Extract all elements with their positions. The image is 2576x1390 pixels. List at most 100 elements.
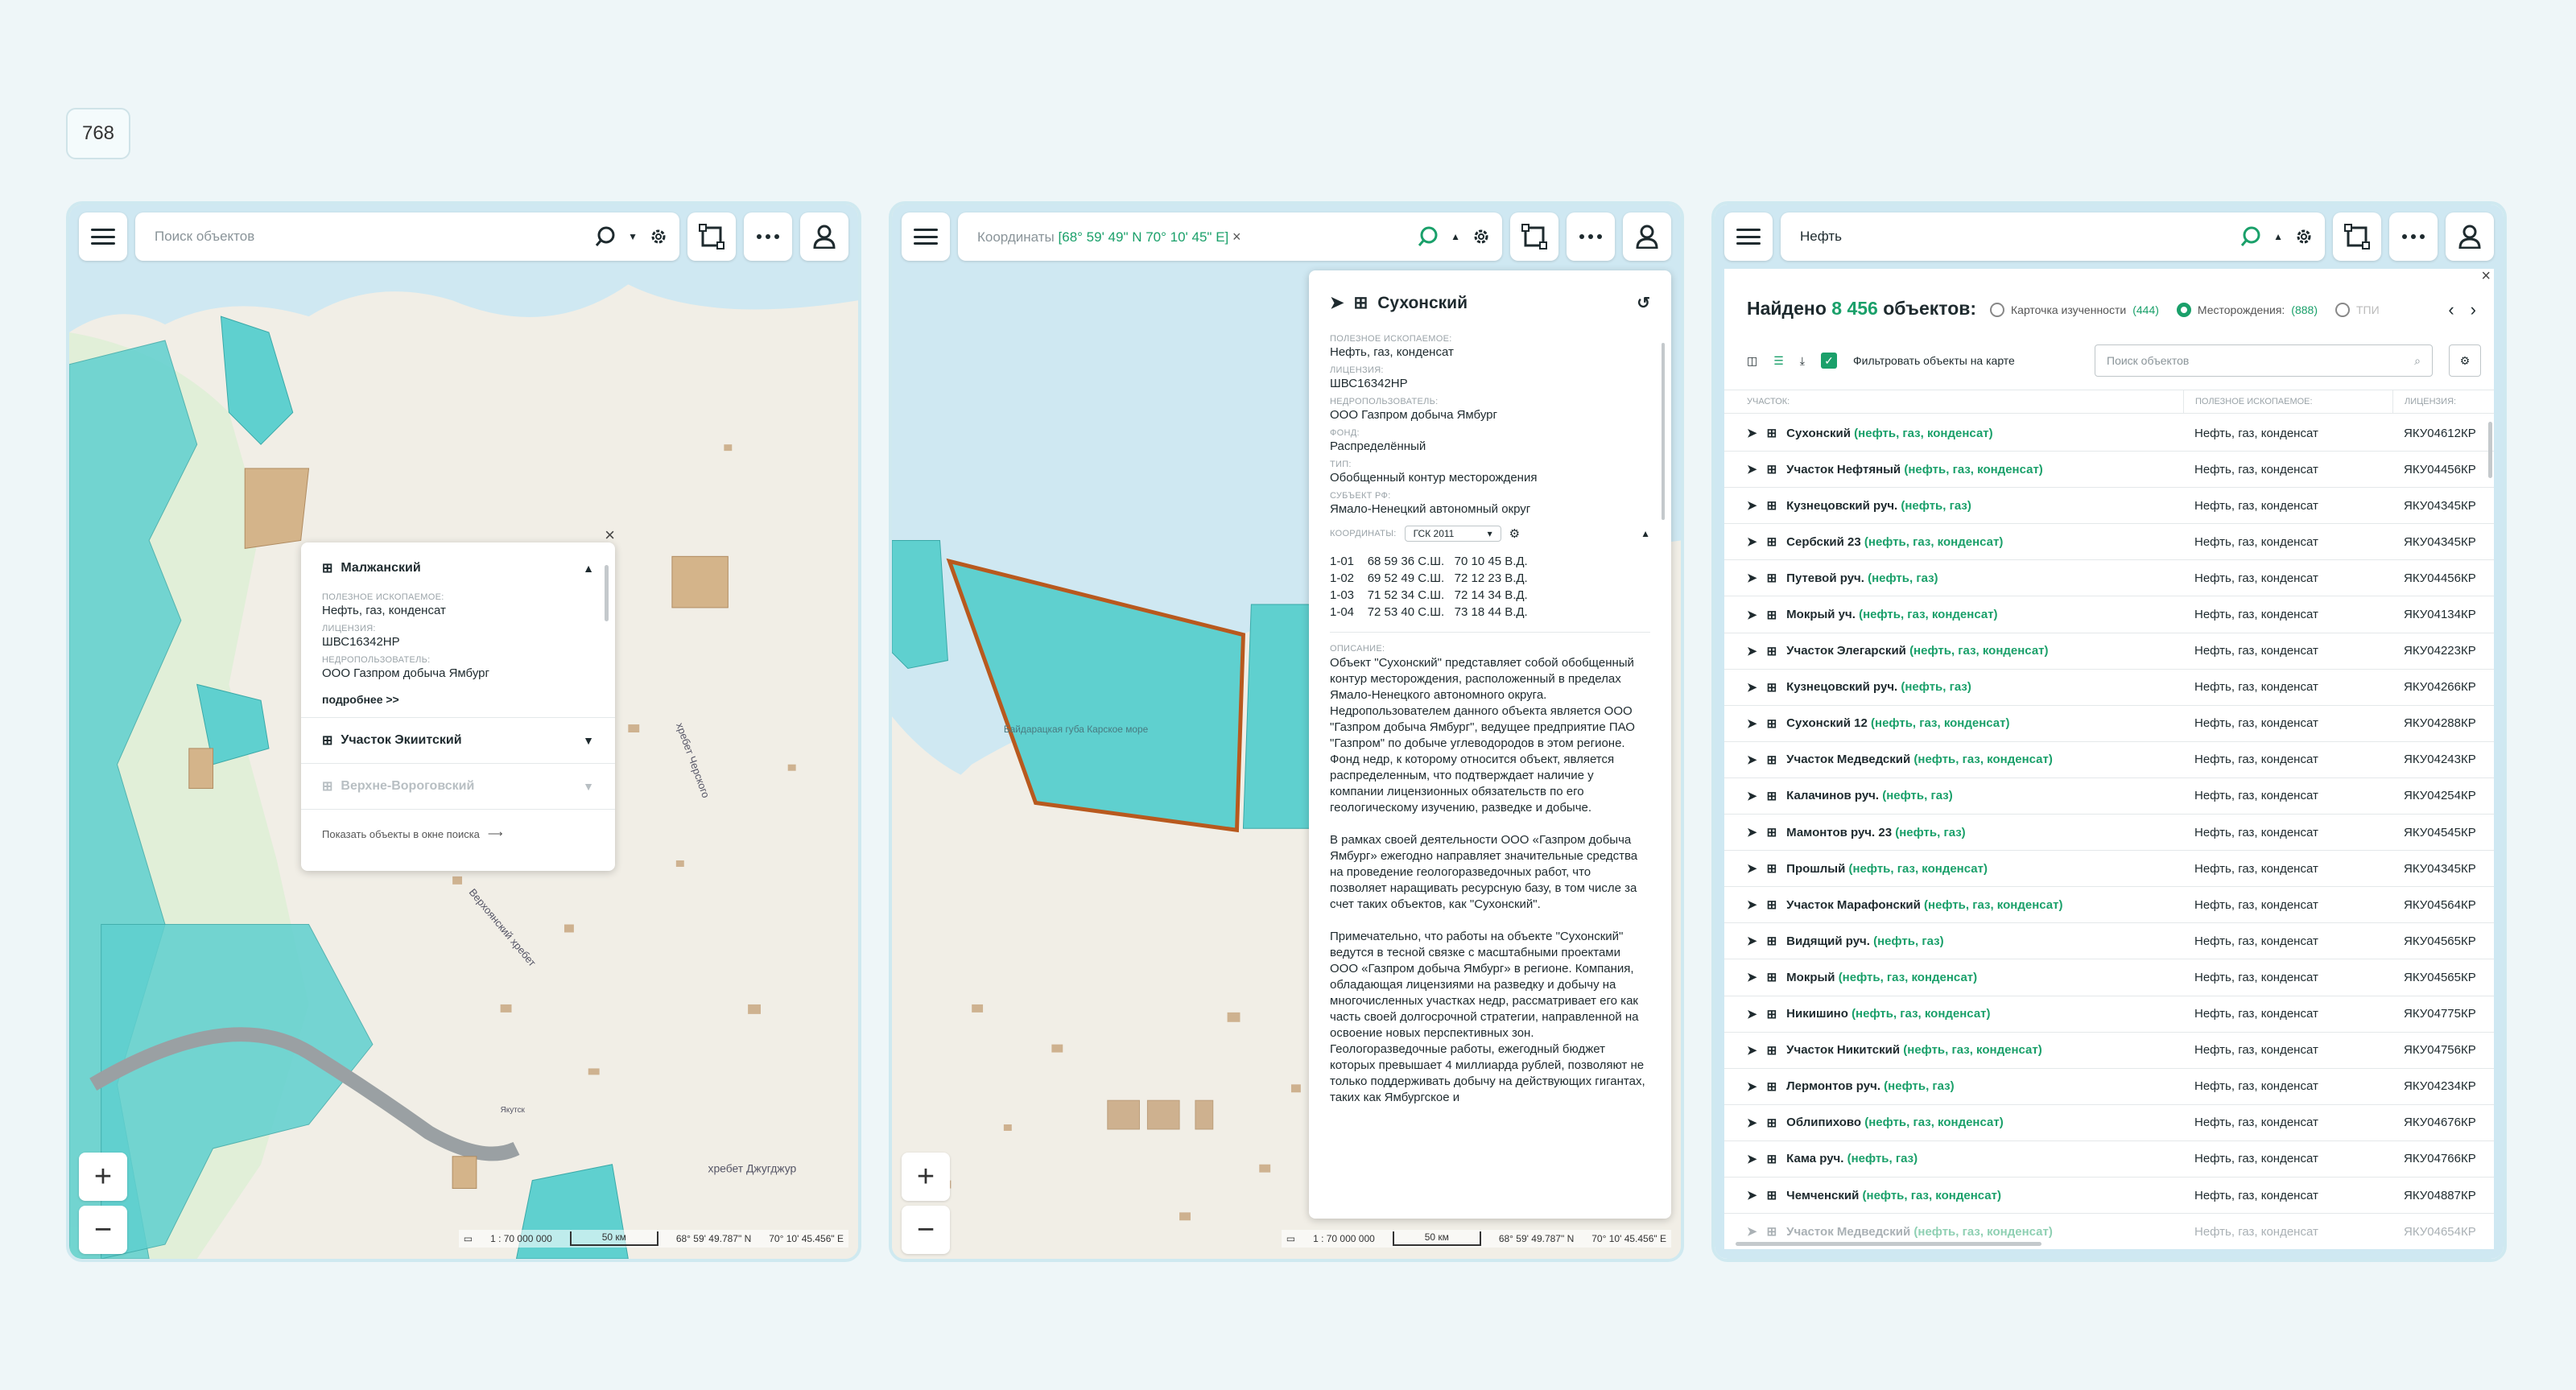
- zoom-in-button[interactable]: +: [79, 1153, 127, 1201]
- locate-arrow-icon[interactable]: ➤: [1747, 534, 1757, 549]
- list-view-icon[interactable]: ☰: [1773, 354, 1784, 368]
- vertical-scrollbar[interactable]: [2488, 422, 2492, 478]
- locate-arrow-icon[interactable]: ➤: [1747, 498, 1757, 513]
- chevron-up-icon[interactable]: ▲: [1451, 231, 1460, 242]
- select-area-button[interactable]: [1510, 212, 1558, 261]
- locate-arrow-icon[interactable]: ➤: [1330, 293, 1344, 313]
- locate-arrow-icon[interactable]: ➤: [1747, 462, 1757, 476]
- table-row[interactable]: ➤ ⊞ Кузнецовский руч. (нефть, газ) Нефть, г…: [1724, 670, 2494, 706]
- gear-icon[interactable]: [2294, 227, 2314, 246]
- locate-arrow-icon[interactable]: ➤: [1747, 753, 1757, 767]
- zoom-out-button[interactable]: −: [79, 1206, 127, 1254]
- profile-button[interactable]: [1623, 212, 1671, 261]
- locate-arrow-icon[interactable]: ➤: [1747, 1079, 1757, 1094]
- menu-button[interactable]: [902, 212, 950, 261]
- more-button[interactable]: [2389, 212, 2438, 261]
- table-row[interactable]: ➤ ⊞ Чемченский (нефть, газ, конденсат) Нефт…: [1724, 1178, 2494, 1215]
- column-header[interactable]: Лицензия:: [2392, 390, 2494, 413]
- table-row[interactable]: ➤ ⊞ Мокрый уч. (нефть, газ, конденсат) Нефт…: [1724, 596, 2494, 633]
- chevron-left-icon[interactable]: ‹: [2448, 299, 2454, 320]
- results-search-input[interactable]: Поиск объектов ⌕: [2095, 344, 2433, 377]
- chevron-right-icon[interactable]: ›: [2471, 299, 2476, 320]
- table-row[interactable]: ➤ ⊞ Участок Марафонский (нефть, газ, конде…: [1724, 887, 2494, 924]
- zoom-in-button[interactable]: +: [902, 1153, 950, 1201]
- locate-arrow-icon[interactable]: ➤: [1747, 1152, 1757, 1166]
- locate-arrow-icon[interactable]: ➤: [1747, 680, 1757, 695]
- select-area-button[interactable]: [687, 212, 736, 261]
- chevron-up-icon[interactable]: ▲: [1641, 528, 1650, 539]
- table-row[interactable]: ➤ ⊞ Лермонтов руч. (нефть, газ) Нефть, газ,…: [1724, 1069, 2494, 1105]
- table-row[interactable]: ➤ ⊞ Участок Элегарский (нефть, газ, конден…: [1724, 633, 2494, 670]
- radio-tpi[interactable]: ТПИ: [2334, 303, 2380, 317]
- profile-button[interactable]: [2446, 212, 2494, 261]
- table-row[interactable]: ➤ ⊞ Мамонтов руч. 23 (нефть, газ) Нефть, га…: [1724, 815, 2494, 852]
- locate-arrow-icon[interactable]: ➤: [1747, 1188, 1757, 1202]
- chevron-down-icon[interactable]: ▼: [628, 231, 638, 242]
- search-icon[interactable]: ⌕: [2414, 354, 2421, 368]
- table-row[interactable]: ➤ ⊞ Никишино (нефть, газ, конденсат) Нефть,…: [1724, 996, 2494, 1033]
- chevron-down-icon[interactable]: ▼: [583, 734, 594, 747]
- more-button[interactable]: [744, 212, 792, 261]
- search-icon[interactable]: [2240, 225, 2262, 248]
- locate-arrow-icon[interactable]: ➤: [1747, 644, 1757, 658]
- table-row[interactable]: ➤ ⊞ Участок Медведский (нефть, газ, конден…: [1724, 742, 2494, 778]
- chevron-up-icon[interactable]: ▲: [2273, 231, 2283, 242]
- table-row[interactable]: ➤ ⊞ Путевой руч. (нефть, газ) Нефть, газ, к…: [1724, 560, 2494, 597]
- search-icon[interactable]: [594, 225, 617, 248]
- chevron-down-icon[interactable]: ▼: [583, 780, 594, 793]
- table-row[interactable]: ➤ ⊞ Участок Никитский (нефть, газ, конденс…: [1724, 1033, 2494, 1069]
- more-link[interactable]: подробнее >>: [322, 693, 594, 706]
- locate-arrow-icon[interactable]: ➤: [1747, 571, 1757, 585]
- locate-arrow-icon[interactable]: ➤: [1747, 716, 1757, 731]
- locate-arrow-icon[interactable]: ➤: [1747, 1007, 1757, 1021]
- download-icon[interactable]: ⤓: [1800, 354, 1805, 368]
- close-icon[interactable]: ×: [2481, 267, 2491, 286]
- close-icon[interactable]: ×: [605, 525, 615, 546]
- show-in-search-link[interactable]: Показать объекты в окне поиска ⟶: [322, 827, 594, 840]
- table-row[interactable]: ➤ ⊞ Сухонский 12 (нефть, газ, конденсат) Не…: [1724, 706, 2494, 742]
- radio-deposits[interactable]: Месторождения: (888): [2176, 303, 2318, 317]
- table-row[interactable]: ➤ ⊞ Кузнецовский руч. (нефть, газ) Нефть, г…: [1724, 488, 2494, 525]
- search-input[interactable]: Координаты [68° 59' 49" N 70° 10' 45" E]…: [977, 229, 1406, 245]
- table-row[interactable]: ➤ ⊞ Кама руч. (нефть, газ) Нефть, газ, конд…: [1724, 1141, 2494, 1178]
- popup-list-item[interactable]: ⊞ Верхне-Вороговский ▼: [322, 775, 594, 798]
- locate-arrow-icon[interactable]: ➤: [1747, 1043, 1757, 1058]
- filter-checkbox[interactable]: ✓: [1821, 353, 1837, 369]
- table-row[interactable]: ➤ ⊞ Калачинов руч. (нефть, газ) Нефть, газ,…: [1724, 778, 2494, 815]
- search-input[interactable]: Поиск объектов: [155, 229, 583, 245]
- zoom-out-button[interactable]: −: [902, 1206, 950, 1254]
- popup-title[interactable]: ⊞ Малжанский ▲: [322, 560, 594, 576]
- card-scrollbar[interactable]: [1662, 343, 1665, 520]
- horizontal-scrollbar[interactable]: [1736, 1242, 2041, 1246]
- ruler-icon[interactable]: ▭: [1286, 1233, 1295, 1244]
- radio-study-card[interactable]: Карточка изученности (444): [1990, 303, 2159, 317]
- ruler-icon[interactable]: ▭: [464, 1233, 473, 1244]
- locate-arrow-icon[interactable]: ➤: [1747, 789, 1757, 803]
- coords-system-select[interactable]: ГСК 2011 ▾: [1404, 526, 1501, 542]
- table-row[interactable]: ➤ ⊞ Сербский 23 (нефть, газ, конденсат) Неф…: [1724, 524, 2494, 561]
- locate-arrow-icon[interactable]: ➤: [1747, 1224, 1757, 1239]
- locate-arrow-icon[interactable]: ➤: [1747, 934, 1757, 948]
- gear-icon[interactable]: [1472, 227, 1491, 246]
- search-bar[interactable]: Координаты [68° 59' 49" N 70° 10' 45" E]…: [958, 212, 1502, 261]
- table-row[interactable]: ➤ ⊞ Участок Нефтяный (нефть, газ, конденса…: [1724, 452, 2494, 489]
- table-row[interactable]: ➤ ⊞ Видящий руч. (нефть, газ) Нефть, газ, к…: [1724, 923, 2494, 960]
- locate-arrow-icon[interactable]: ➤: [1747, 608, 1757, 622]
- profile-button[interactable]: [800, 212, 848, 261]
- locate-arrow-icon[interactable]: ➤: [1747, 970, 1757, 984]
- locate-arrow-icon[interactable]: ➤: [1747, 897, 1757, 912]
- clear-icon[interactable]: ×: [1232, 229, 1241, 245]
- popup-scrollbar[interactable]: [605, 565, 609, 621]
- table-row[interactable]: ➤ ⊞ Сухонский (нефть, газ, конденсат) Нефть…: [1724, 415, 2494, 452]
- search-bar[interactable]: Поиск объектов ▼: [135, 212, 679, 261]
- search-bar[interactable]: Нефть ▲: [1781, 212, 2325, 261]
- column-header[interactable]: Участок:: [1724, 397, 2183, 406]
- columns-view-icon[interactable]: ◫: [1747, 354, 1757, 368]
- locate-arrow-icon[interactable]: ➤: [1747, 861, 1757, 876]
- locate-arrow-icon[interactable]: ➤: [1747, 825, 1757, 839]
- back-icon[interactable]: ↺: [1637, 293, 1650, 313]
- menu-button[interactable]: [1724, 212, 1773, 261]
- table-row[interactable]: ➤ ⊞ Облипихово (нефть, газ, конденсат) Нефт…: [1724, 1105, 2494, 1141]
- gear-icon[interactable]: [649, 227, 668, 246]
- locate-arrow-icon[interactable]: ➤: [1747, 426, 1757, 440]
